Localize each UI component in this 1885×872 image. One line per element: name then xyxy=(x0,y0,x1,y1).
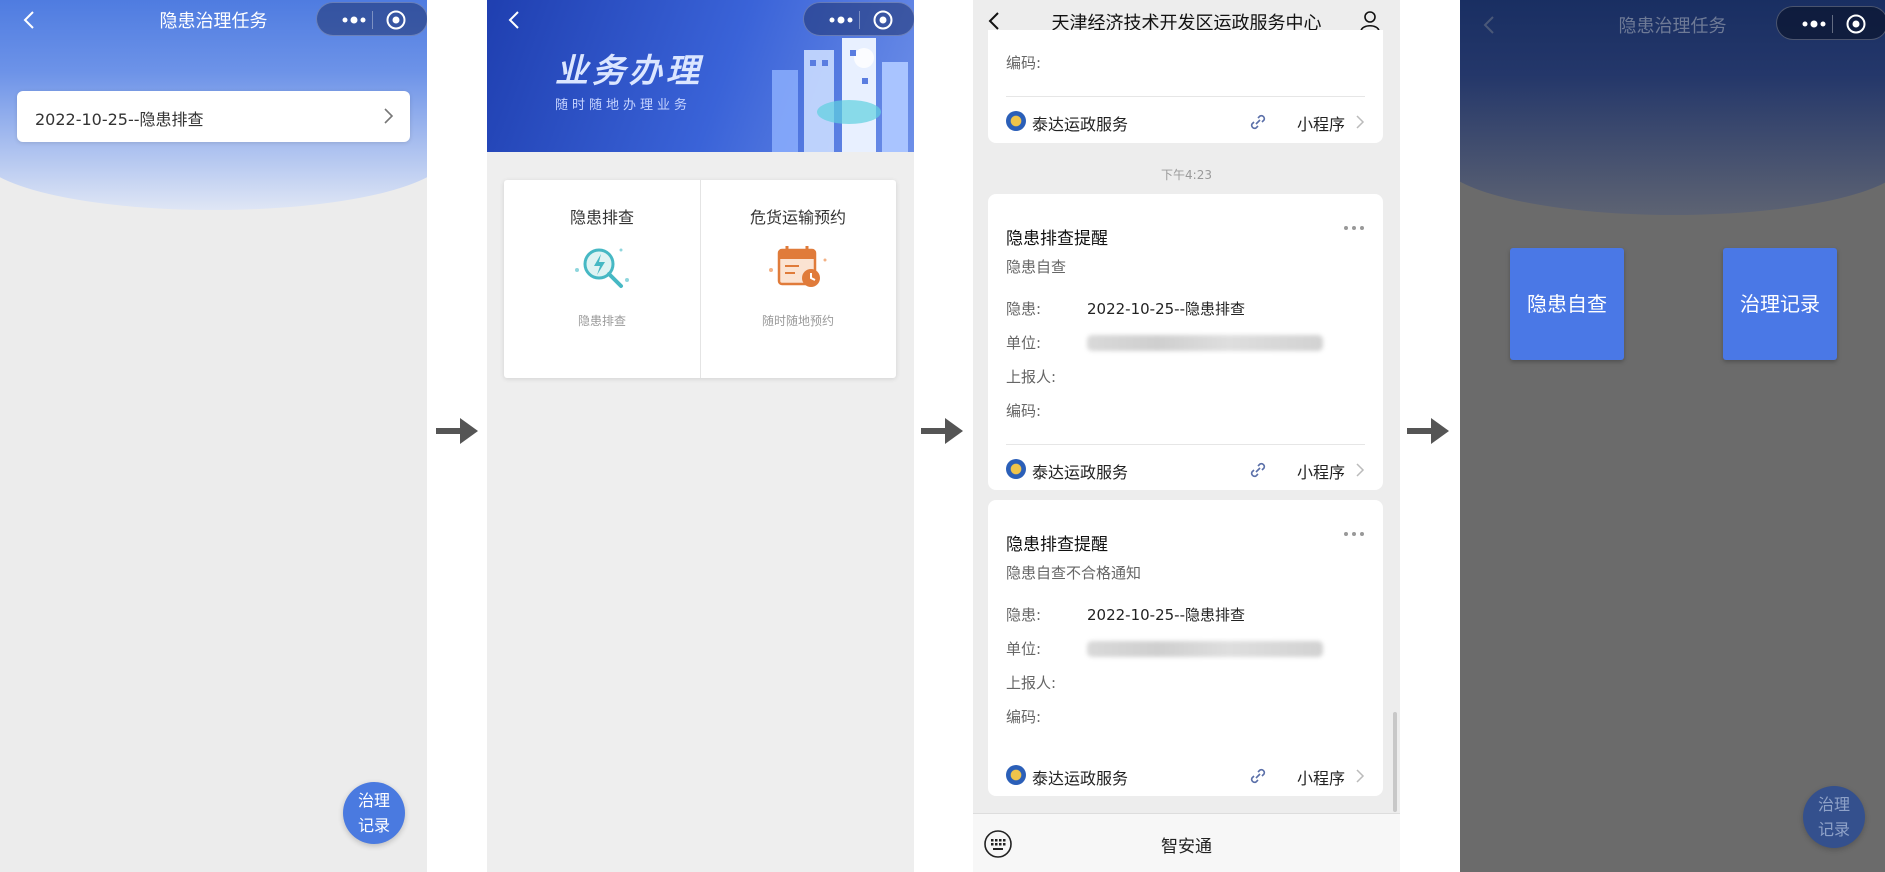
capsule-divider xyxy=(1832,15,1833,33)
mini-program-label: 小程序 xyxy=(1296,115,1345,134)
service-name: 隐患排查 xyxy=(569,208,634,227)
chevron-right-icon xyxy=(1356,115,1365,129)
unit-value-redacted xyxy=(1087,335,1323,351)
link-icon xyxy=(1250,768,1266,784)
chat-bottom-bar: 智安通 xyxy=(973,813,1400,872)
card-footer: 泰达运政服务 小程序 xyxy=(1006,458,1365,482)
code-label: 编码: xyxy=(1006,54,1042,72)
service-desc: 随时随地预约 xyxy=(761,314,834,328)
governance-records-button[interactable]: 治理记录 xyxy=(1723,248,1837,360)
capsule-divider xyxy=(859,11,860,29)
hazard-label: 隐患: xyxy=(1006,300,1042,318)
governance-records-fab[interactable]: 治理 记录 xyxy=(1803,786,1865,848)
service-name: 泰达运政服务 xyxy=(1032,115,1129,134)
more-icon[interactable] xyxy=(826,12,856,28)
unit-label: 单位: xyxy=(1006,334,1042,352)
reporter-label: 上报人: xyxy=(1006,674,1057,692)
unit-value-redacted xyxy=(1087,641,1323,657)
card-divider xyxy=(1006,444,1365,445)
service-grid: 隐患排查 隐患排查 危货运输预约 随时随地预约 xyxy=(504,180,896,378)
screen-business-handling: 业务办理 随时随地办理业务 隐患排查 隐患排查 危货运输预约 随时随地预约 xyxy=(487,0,914,872)
flow-arrow-icon xyxy=(436,418,478,444)
calendar-clock-icon xyxy=(769,246,827,287)
fab-line-1: 治理 xyxy=(357,791,390,810)
close-target-icon[interactable] xyxy=(1845,13,1867,35)
city-illustration-icon xyxy=(772,38,908,152)
message-card[interactable]: 编码: 泰达运政服务 小程序 xyxy=(988,30,1383,143)
message-card[interactable]: 隐患排查提醒 隐患自查 隐患: 2022-10-25--隐患排查 单位: 上报人… xyxy=(988,194,1383,490)
back-arrow-icon[interactable] xyxy=(503,8,527,32)
chevron-right-icon xyxy=(384,108,394,124)
card-divider xyxy=(1006,96,1365,97)
link-icon xyxy=(1250,114,1266,130)
hazard-value: 2022-10-25--隐患排查 xyxy=(1087,606,1245,624)
service-desc: 隐患排查 xyxy=(577,314,626,328)
hazard-value: 2022-10-25--隐患排查 xyxy=(1087,300,1245,318)
service-name: 泰达运政服务 xyxy=(1032,769,1129,788)
fab-line-1: 治理 xyxy=(1817,795,1850,814)
chat-scrollbar[interactable] xyxy=(1393,712,1397,812)
more-icon[interactable] xyxy=(339,12,369,28)
fab-line-2: 记录 xyxy=(357,816,390,835)
message-title: 隐患排查提醒 xyxy=(1006,229,1108,249)
governance-records-fab[interactable]: 治理 记录 xyxy=(343,782,405,844)
magnifier-lightning-icon xyxy=(575,248,629,288)
service-logo-icon xyxy=(1006,765,1026,785)
nav-bar: 隐患治理任务 xyxy=(1460,0,1885,40)
task-list-item[interactable]: 2022-10-25--隐患排查 xyxy=(17,91,410,142)
link-icon xyxy=(1250,462,1266,478)
screen-hazard-tasks: 隐患治理任务 2022-10-25--隐患排查 治理 记录 xyxy=(0,0,427,872)
code-label: 编码: xyxy=(1006,402,1042,420)
nav-bar: 隐患治理任务 xyxy=(0,0,427,40)
card-footer: 泰达运政服务 小程序 xyxy=(1006,764,1365,788)
close-target-icon[interactable] xyxy=(872,9,894,31)
capsule-divider xyxy=(372,11,373,29)
fab-line-2: 记录 xyxy=(1817,820,1850,839)
mini-program-capsule xyxy=(1776,6,1885,40)
message-subtitle: 隐患自查不合格通知 xyxy=(1006,564,1142,582)
service-hazard-inspection[interactable]: 隐患排查 隐患排查 xyxy=(504,180,700,378)
screen-wechat-chat: 天津经济技术开发区运政服务中心 编码: 泰达运政服务 小程序 下午4:23 隐患… xyxy=(973,0,1400,872)
mini-program-capsule xyxy=(316,2,427,36)
card-footer: 泰达运政服务 小程序 xyxy=(1006,110,1365,134)
menu-name[interactable]: 智安通 xyxy=(973,832,1400,857)
service-name: 泰达运政服务 xyxy=(1032,463,1129,482)
code-label: 编码: xyxy=(1006,708,1042,726)
message-timestamp: 下午4:23 xyxy=(1161,168,1212,182)
more-icon[interactable] xyxy=(1343,224,1365,232)
chevron-right-icon xyxy=(1356,463,1365,477)
service-logo-icon xyxy=(1006,459,1026,479)
message-card[interactable]: 隐患排查提醒 隐患自查不合格通知 隐患: 2022-10-25--隐患排查 单位… xyxy=(988,500,1383,796)
flow-arrow-icon xyxy=(1407,418,1449,444)
self-check-button[interactable]: 隐患自查 xyxy=(1510,248,1624,360)
mini-program-label: 小程序 xyxy=(1296,463,1345,482)
service-dangerous-goods-booking[interactable]: 危货运输预约 随时随地预约 xyxy=(700,180,896,378)
mini-program-capsule xyxy=(803,2,914,36)
more-icon[interactable] xyxy=(1343,530,1365,538)
message-subtitle: 隐患自查 xyxy=(1006,258,1067,276)
task-label: 2022-10-25--隐患排查 xyxy=(35,110,204,129)
reporter-label: 上报人: xyxy=(1006,368,1057,386)
close-target-icon[interactable] xyxy=(385,9,407,31)
hazard-label: 隐患: xyxy=(1006,606,1042,624)
service-name: 危货运输预约 xyxy=(749,208,846,227)
service-logo-icon xyxy=(1006,111,1026,131)
more-icon[interactable] xyxy=(1799,16,1829,32)
business-banner: 业务办理 随时随地办理业务 xyxy=(487,0,914,152)
chevron-right-icon xyxy=(1356,769,1365,783)
unit-label: 单位: xyxy=(1006,640,1042,658)
banner-title: 业务办理 xyxy=(555,51,703,90)
screen-hazard-tasks-dialog: 隐患治理任务 隐患自查 治理记录 治理 记录 xyxy=(1460,0,1885,872)
mini-program-label: 小程序 xyxy=(1296,769,1345,788)
flow-arrow-icon xyxy=(921,418,963,444)
message-title: 隐患排查提醒 xyxy=(1006,535,1108,555)
banner-subtitle: 随时随地办理业务 xyxy=(555,98,692,113)
